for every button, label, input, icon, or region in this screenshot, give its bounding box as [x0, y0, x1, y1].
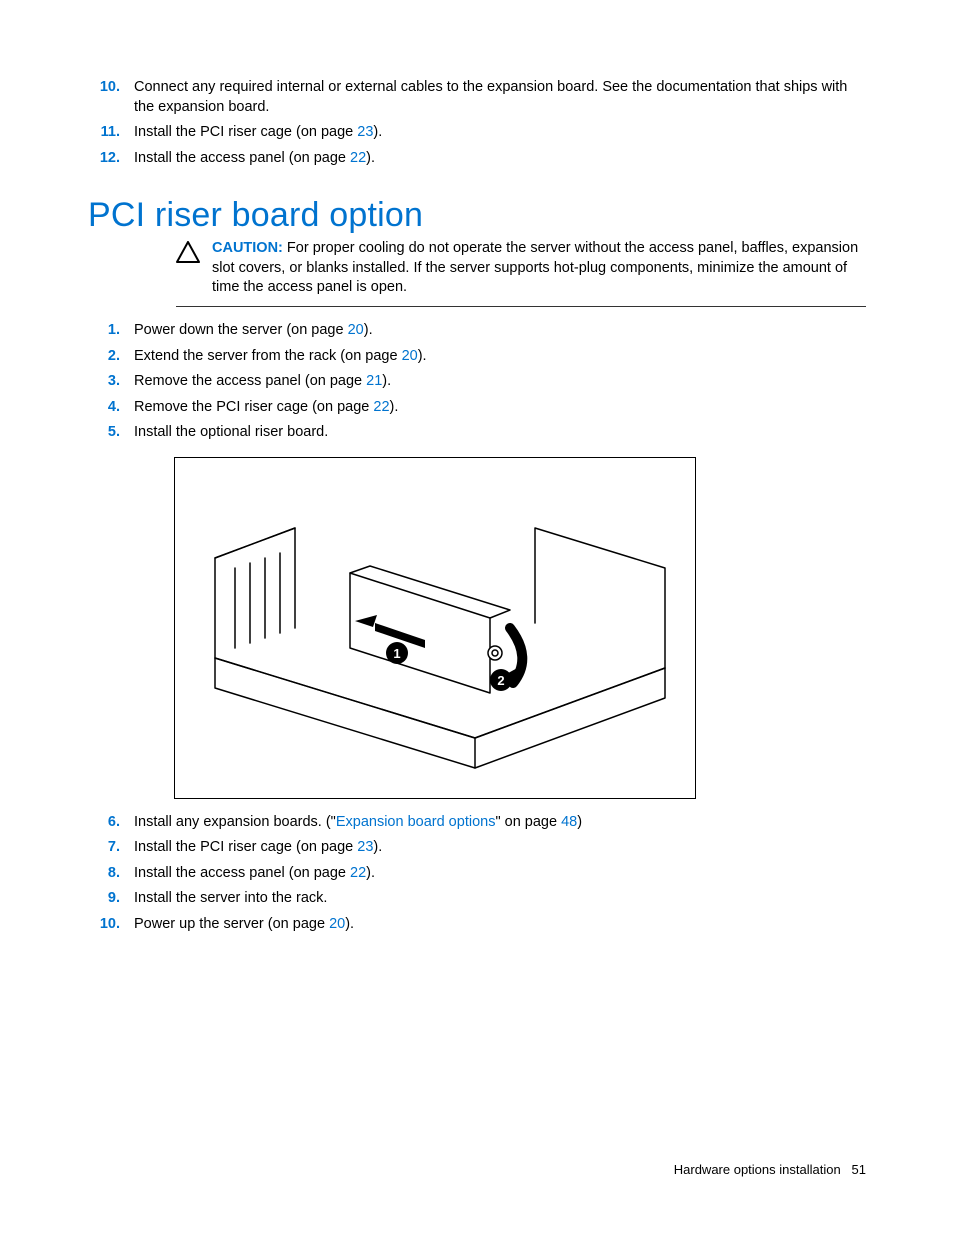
page-ref-link[interactable]: 23 — [357, 839, 373, 855]
step-list-after: 6. Install any expansion boards. ("Expan… — [88, 813, 866, 935]
step-number: 7. — [88, 838, 134, 858]
list-item: 10. Power up the server (on page 20). — [88, 915, 866, 935]
step-text: Extend the server from the rack (on page… — [134, 347, 866, 367]
step-text: Connect any required internal or externa… — [134, 78, 866, 117]
step-text: Install the access panel (on page 22). — [134, 149, 866, 169]
caution-block: CAUTION: For proper cooling do not opera… — [176, 239, 866, 307]
section-heading: PCI riser board option — [88, 196, 866, 235]
page-ref-link[interactable]: 22 — [373, 399, 389, 415]
page-ref-link[interactable]: 21 — [366, 373, 382, 389]
page-ref-link[interactable]: 23 — [357, 124, 373, 140]
list-item: 7. Install the PCI riser cage (on page 2… — [88, 838, 866, 858]
step-number: 8. — [88, 864, 134, 884]
step-number: 4. — [88, 398, 134, 418]
svg-text:1: 1 — [393, 646, 400, 661]
step-number: 10. — [88, 78, 134, 98]
document-page: 10. Connect any required internal or ext… — [0, 0, 954, 1235]
list-item: 12. Install the access panel (on page 22… — [88, 149, 866, 169]
list-item: 2. Extend the server from the rack (on p… — [88, 347, 866, 367]
list-item: 10. Connect any required internal or ext… — [88, 78, 866, 117]
step-number: 5. — [88, 423, 134, 443]
step-text: Power down the server (on page 20). — [134, 321, 866, 341]
step-number: 2. — [88, 347, 134, 367]
step-number: 3. — [88, 372, 134, 392]
step-text: Remove the PCI riser cage (on page 22). — [134, 398, 866, 418]
list-item: 9. Install the server into the rack. — [88, 889, 866, 909]
page-ref-link[interactable]: 48 — [561, 814, 577, 830]
figure-illustration: 1 2 — [174, 457, 696, 799]
page-footer: Hardware options installation 51 — [674, 1162, 866, 1177]
step-list-top: 10. Connect any required internal or ext… — [88, 78, 866, 168]
step-text: Install any expansion boards. ("Expansio… — [134, 813, 866, 833]
cross-ref-link[interactable]: Expansion board options — [336, 814, 496, 830]
caution-label: CAUTION: — [212, 240, 283, 256]
caution-text: CAUTION: For proper cooling do not opera… — [212, 239, 866, 298]
svg-text:2: 2 — [497, 673, 504, 688]
footer-page-number: 51 — [852, 1162, 866, 1177]
step-number: 9. — [88, 889, 134, 909]
page-ref-link[interactable]: 20 — [402, 348, 418, 364]
server-diagram: 1 2 — [175, 458, 695, 798]
step-text: Install the server into the rack. — [134, 889, 866, 909]
step-number: 1. — [88, 321, 134, 341]
step-text: Remove the access panel (on page 21). — [134, 372, 866, 392]
step-number: 6. — [88, 813, 134, 833]
list-item: 5. Install the optional riser board. — [88, 423, 866, 443]
step-number: 12. — [88, 149, 134, 169]
list-item: 1. Power down the server (on page 20). — [88, 321, 866, 341]
page-ref-link[interactable]: 22 — [350, 865, 366, 881]
list-item: 3. Remove the access panel (on page 21). — [88, 372, 866, 392]
step-text: Install the optional riser board. — [134, 423, 866, 443]
list-item: 11. Install the PCI riser cage (on page … — [88, 123, 866, 143]
step-text: Install the PCI riser cage (on page 23). — [134, 838, 866, 858]
step-list-main: 1. Power down the server (on page 20). 2… — [88, 321, 866, 443]
list-item: 4. Remove the PCI riser cage (on page 22… — [88, 398, 866, 418]
footer-section: Hardware options installation — [674, 1162, 841, 1177]
list-item: 6. Install any expansion boards. ("Expan… — [88, 813, 866, 833]
page-ref-link[interactable]: 22 — [350, 150, 366, 166]
step-text: Install the PCI riser cage (on page 23). — [134, 123, 866, 143]
page-ref-link[interactable]: 20 — [329, 916, 345, 932]
step-text: Install the access panel (on page 22). — [134, 864, 866, 884]
step-number: 10. — [88, 915, 134, 935]
page-ref-link[interactable]: 20 — [348, 322, 364, 338]
step-text: Power up the server (on page 20). — [134, 915, 866, 935]
list-item: 8. Install the access panel (on page 22)… — [88, 864, 866, 884]
step-number: 11. — [88, 123, 134, 143]
caution-icon — [176, 239, 212, 267]
